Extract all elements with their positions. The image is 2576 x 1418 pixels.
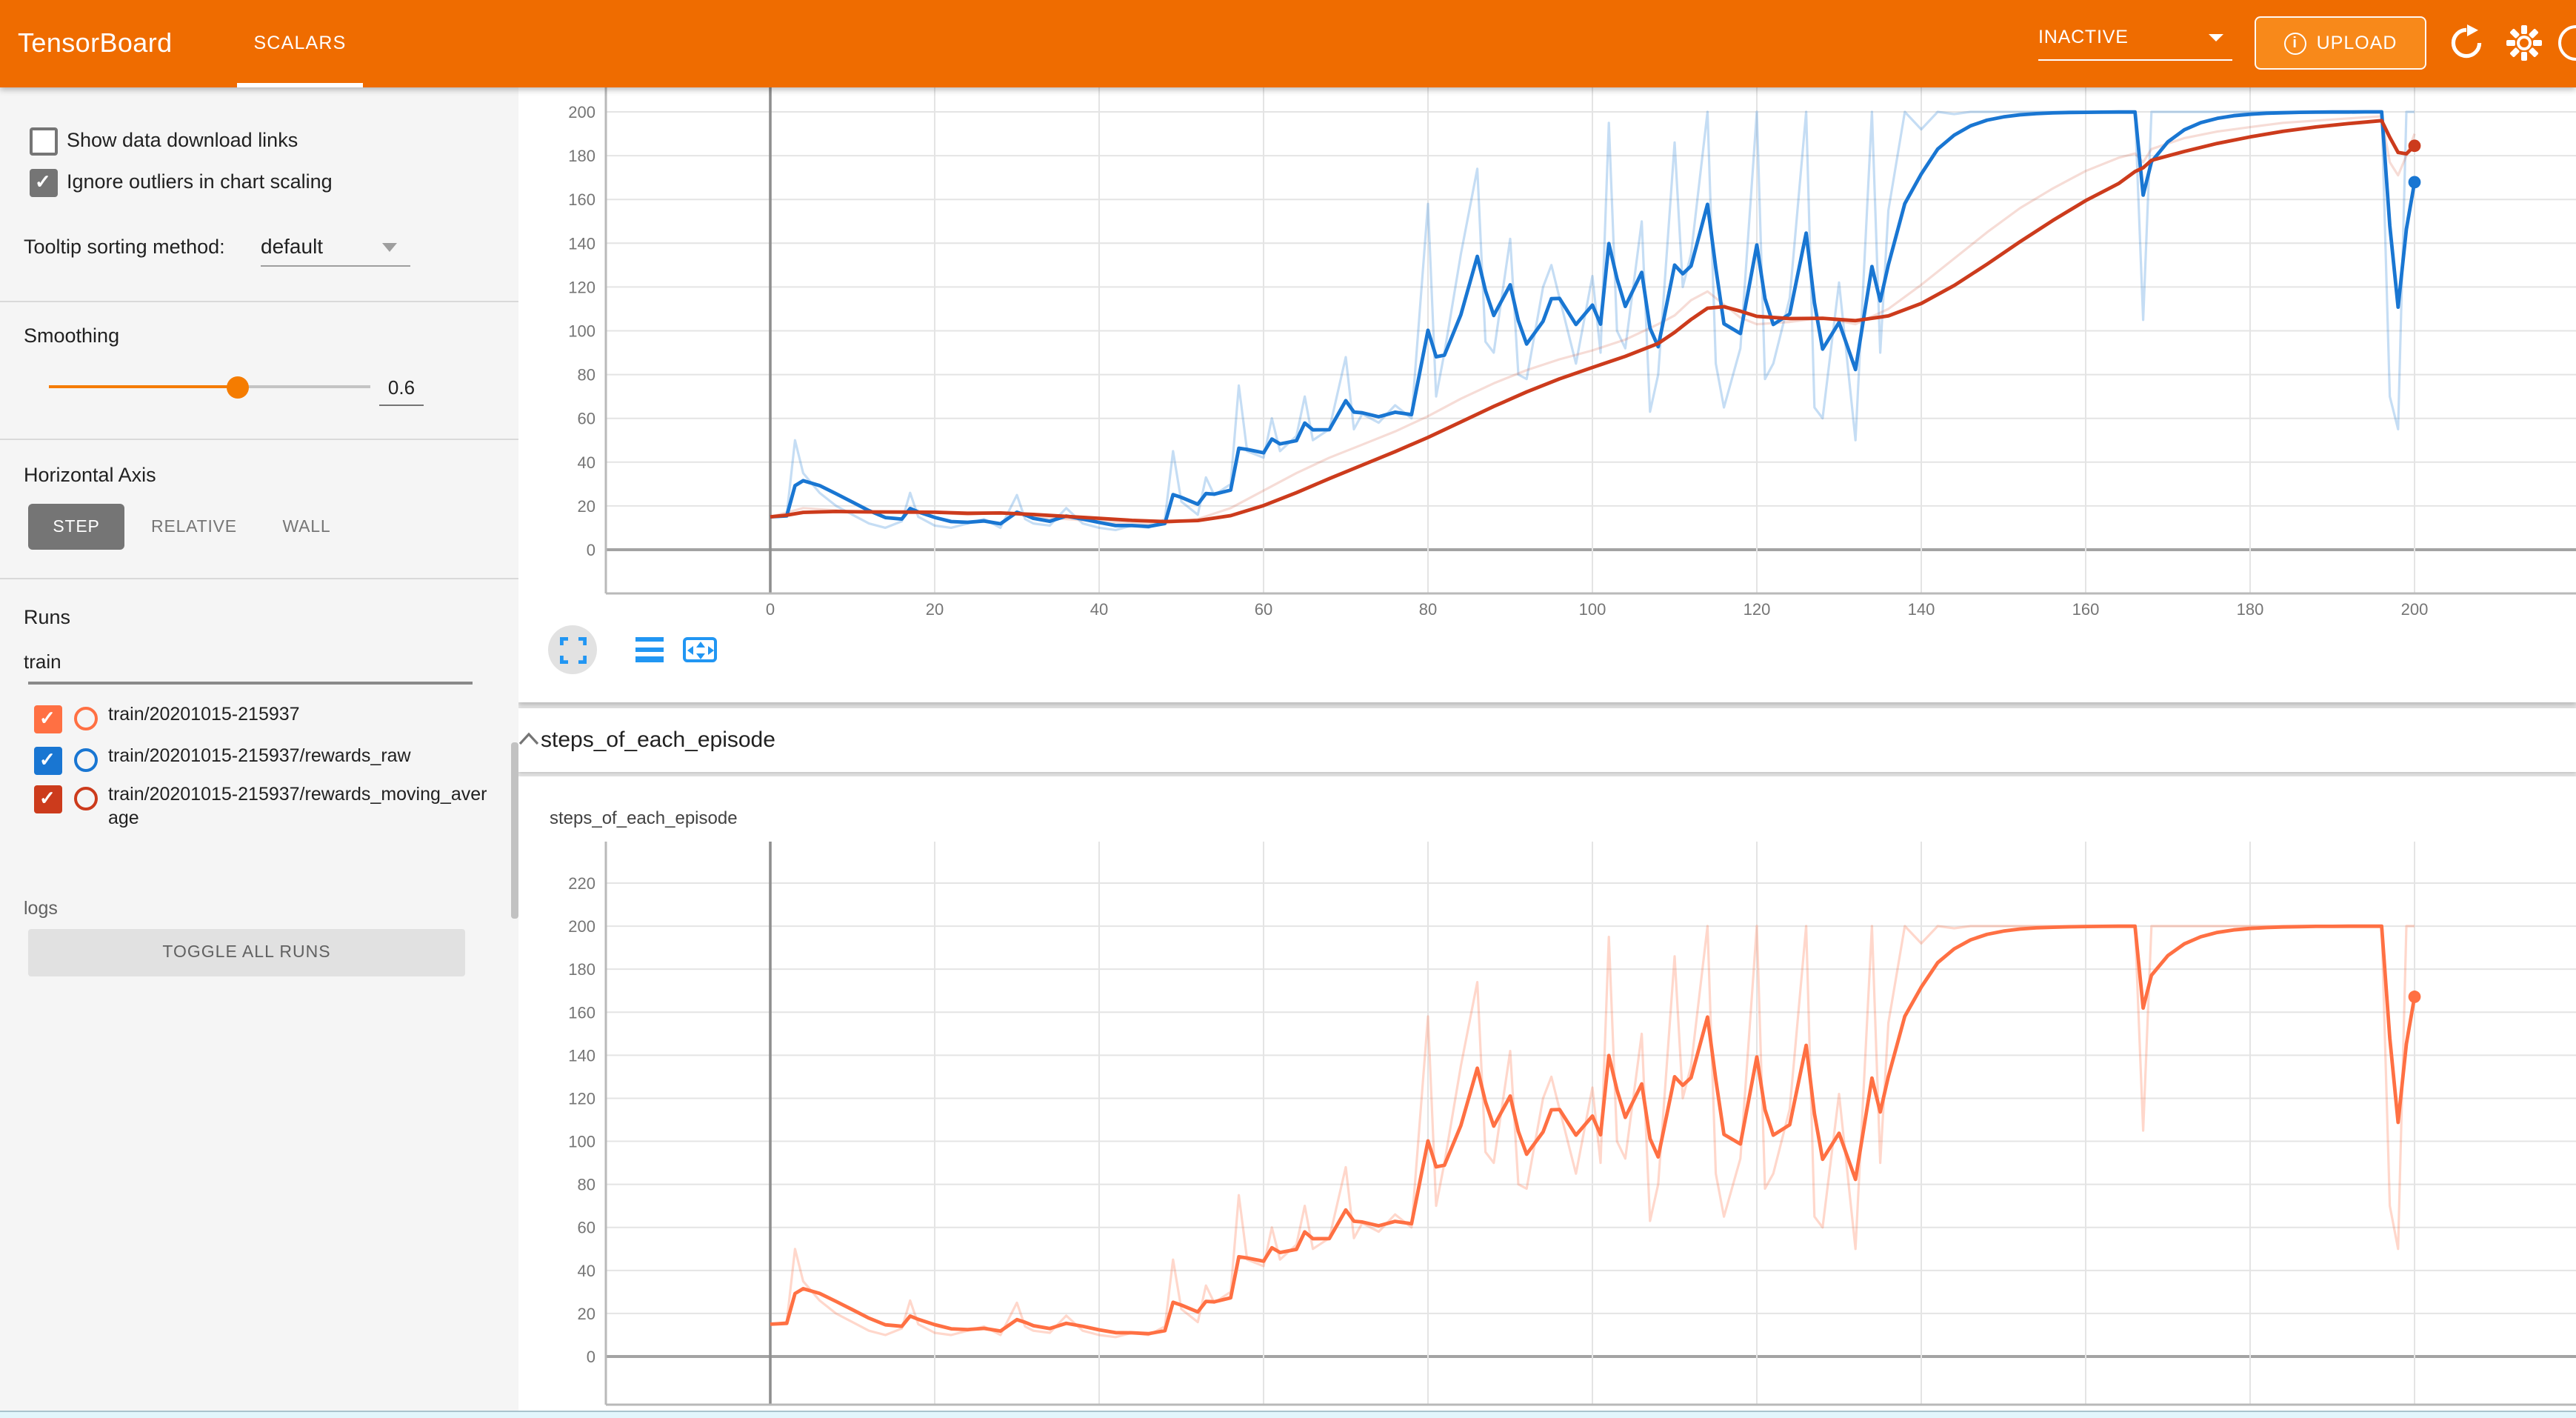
sidebar-scrollbar[interactable] [511, 742, 518, 919]
runs-footer-label: logs [24, 898, 58, 919]
settings-sidebar: Show data download links Ignore outliers… [0, 87, 518, 1411]
app-header: TensorBoard SCALARS INACTIVE i UPLOAD [0, 0, 2576, 87]
svg-text:200: 200 [2401, 600, 2429, 619]
steps-chart[interactable]: 0 20 40 60 80 100 120 140 160 180 200 220 [518, 776, 2576, 1410]
svg-text:60: 60 [1255, 600, 1272, 619]
svg-text:80: 80 [578, 1175, 595, 1194]
ignore-outliers-label: Ignore outliers in chart scaling [67, 170, 333, 193]
runs-filter-underline [28, 682, 473, 684]
section-header-steps[interactable]: steps_of_each_episode [518, 708, 2576, 771]
divider [0, 578, 518, 579]
svg-text:0: 0 [587, 541, 595, 559]
run-label: train/20201015-215937/rewards_moving_ave… [108, 784, 490, 830]
svg-text:180: 180 [2237, 600, 2264, 619]
select-underline [261, 264, 410, 266]
gear-icon[interactable] [2505, 24, 2543, 62]
smoothing-value-underline [379, 404, 424, 406]
refresh-icon[interactable] [2447, 24, 2486, 62]
smoothing-slider-fill [49, 385, 237, 389]
section-title: steps_of_each_episode [541, 727, 775, 752]
svg-text:20: 20 [926, 600, 944, 619]
tooltip-sorting-label: Tooltip sorting method: [24, 236, 225, 258]
status-label: INACTIVE [2038, 27, 2129, 47]
toggle-all-runs-button[interactable]: TOGGLE ALL RUNS [28, 929, 465, 976]
svg-text:0: 0 [766, 600, 775, 619]
run-color-swatch-icon [74, 748, 98, 772]
runs-heading: Runs [24, 606, 70, 628]
upload-button-label: UPLOAD [2317, 33, 2398, 53]
run-label: train/20201015-215937 [108, 704, 490, 727]
upload-button[interactable]: i UPLOAD [2255, 16, 2426, 70]
axis-step-button[interactable]: STEP [28, 504, 124, 550]
svg-text:140: 140 [1908, 600, 1935, 619]
svg-text:80: 80 [578, 366, 595, 385]
data-series-list-icon[interactable] [635, 637, 664, 662]
fit-domain-icon[interactable] [683, 637, 717, 662]
show-download-checkbox[interactable] [30, 127, 58, 156]
svg-text:40: 40 [1090, 600, 1108, 619]
svg-text:60: 60 [578, 410, 595, 428]
svg-text:200: 200 [568, 103, 595, 122]
axis-wall-button[interactable]: WALL [264, 504, 350, 550]
chevron-up-icon[interactable] [518, 731, 539, 745]
rewards-chart[interactable]: 0 20 40 60 80 100 120 140 160 180 200 0 20 40 60 80 100 1… [518, 87, 2576, 702]
tab-scalars[interactable]: SCALARS [237, 0, 363, 87]
account-icon[interactable] [2558, 25, 2576, 61]
svg-text:200: 200 [568, 916, 595, 935]
run-checkbox[interactable] [34, 746, 62, 774]
svg-text:40: 40 [578, 1261, 595, 1279]
svg-text:120: 120 [568, 278, 595, 296]
svg-text:180: 180 [568, 959, 595, 978]
svg-text:180: 180 [568, 147, 595, 165]
divider [0, 439, 518, 440]
svg-text:100: 100 [1579, 600, 1606, 619]
smoothing-label: Smoothing [24, 324, 119, 347]
tab-scalars-label: SCALARS [253, 33, 346, 53]
tooltip-sorting-select[interactable]: default [261, 234, 323, 258]
svg-text:160: 160 [2072, 600, 2100, 619]
run-checkbox[interactable] [34, 705, 62, 733]
svg-text:140: 140 [568, 1045, 595, 1064]
expand-chart-icon[interactable] [559, 636, 586, 663]
run-checkbox[interactable] [34, 785, 62, 813]
ignore-outliers-checkbox[interactable] [30, 169, 58, 197]
svg-text:120: 120 [568, 1088, 595, 1107]
chevron-down-icon[interactable] [382, 243, 397, 252]
divider [0, 301, 518, 302]
smoothing-slider-thumb[interactable] [226, 376, 248, 398]
run-color-swatch-icon [74, 787, 98, 810]
steps-chart-card: steps_of_each_episode 020406080100120140… [518, 776, 2576, 1410]
rewards-chart-card: 0 20 40 60 80 100 120 140 160 180 200 0 20 40 60 80 100 1… [518, 87, 2576, 702]
svg-text:220: 220 [568, 873, 595, 892]
svg-text:120: 120 [1744, 600, 1771, 619]
svg-text:160: 160 [568, 1002, 595, 1021]
run-label: train/20201015-215937/rewards_raw [108, 745, 490, 768]
svg-text:100: 100 [568, 1132, 595, 1151]
svg-text:80: 80 [1419, 600, 1437, 619]
svg-text:40: 40 [578, 453, 595, 472]
svg-text:20: 20 [578, 497, 595, 516]
run-row[interactable]: train/20201015-215937/rewards_moving_ave… [0, 784, 518, 834]
chevron-down-icon [2209, 34, 2223, 41]
svg-text:100: 100 [568, 322, 595, 341]
bottom-strip [0, 1410, 2576, 1418]
app-title: TensorBoard [18, 0, 173, 87]
info-icon: i [2284, 32, 2306, 54]
svg-text:0: 0 [587, 1347, 595, 1365]
main-content: 0204060801001201401601802000204060801001… [518, 0, 2576, 1417]
show-download-label: Show data download links [67, 129, 298, 151]
smoothing-value[interactable]: 0.6 [379, 376, 424, 399]
run-color-swatch-icon [74, 707, 98, 730]
status-dropdown[interactable]: INACTIVE [2038, 18, 2232, 61]
svg-text:20: 20 [578, 1304, 595, 1322]
runs-filter-input[interactable] [24, 650, 468, 673]
axis-relative-button[interactable]: RELATIVE [136, 504, 252, 550]
tab-active-underline [237, 83, 363, 87]
horizontal-axis-label: Horizontal Axis [24, 464, 156, 486]
svg-text:160: 160 [568, 190, 595, 209]
svg-text:140: 140 [568, 234, 595, 253]
svg-text:60: 60 [578, 1218, 595, 1236]
